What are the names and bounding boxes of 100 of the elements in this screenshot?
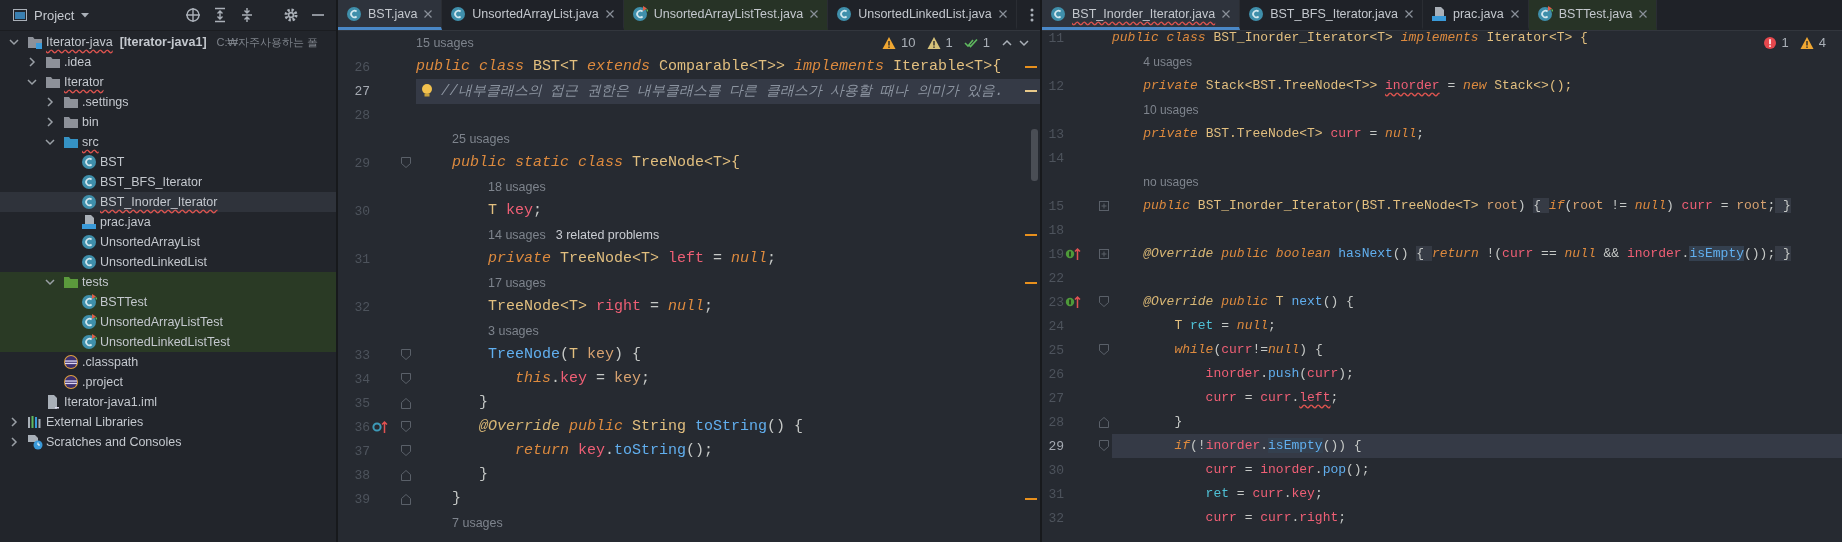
tree-item[interactable]: BSTTest	[0, 292, 336, 312]
tree-item[interactable]: .settings	[0, 92, 336, 112]
problem-count: 4	[1818, 35, 1826, 50]
usages-hint[interactable]: 10 usages	[1112, 102, 1199, 118]
problem-count: 1	[945, 35, 953, 50]
file-name: .idea	[64, 55, 92, 69]
usages-hint[interactable]: 14 usages	[416, 226, 546, 244]
editor-tab[interactable]: BST.java	[338, 0, 443, 30]
scrollbar-thumb[interactable]	[1031, 129, 1038, 181]
close-icon[interactable]	[997, 8, 1008, 19]
editor-tab[interactable]: UnsortedArrayListTest.java	[623, 0, 829, 30]
expand-all-icon[interactable]	[212, 7, 228, 23]
warning-icon[interactable]	[1799, 35, 1814, 50]
tree-item[interactable]: .idea	[0, 52, 336, 72]
usages-hint[interactable]: 4 usages	[1112, 54, 1192, 70]
tree-item[interactable]: UnsortedLinkedList	[0, 252, 336, 272]
file-name: Scratches and Consoles	[46, 435, 182, 449]
editor-tab[interactable]: UnsortedLinkedList.java	[828, 0, 1017, 30]
panel-title[interactable]: Project	[34, 7, 75, 23]
editor-tab[interactable]: BST_Inorder_Iterator.java	[1042, 0, 1241, 30]
window-icon	[12, 7, 28, 23]
usages-hint[interactable]: 18 usages	[416, 178, 546, 196]
folder-icon	[45, 54, 61, 70]
tree-item[interactable]: .project	[0, 372, 336, 392]
class-icon	[81, 154, 97, 170]
tree-item[interactable]: BST	[0, 152, 336, 172]
editor-tab[interactable]: prac.java	[1423, 0, 1529, 30]
caret-down-icon[interactable]	[80, 10, 91, 20]
class-icon	[836, 5, 853, 22]
file-icon	[45, 394, 61, 410]
usages-hint[interactable]: 15 usages	[416, 36, 474, 50]
code-line: this.key = key;	[514, 369, 651, 389]
file-name: UnsortedLinkedListTest	[100, 335, 230, 349]
tree-item[interactable]: bin	[0, 112, 336, 132]
usages-hint[interactable]: no usages	[1112, 174, 1199, 190]
module-name: [Iterator-java1]	[119, 35, 207, 49]
eclipse-file-icon	[63, 354, 79, 370]
tree-item[interactable]: UnsortedArrayList	[0, 232, 336, 252]
close-icon[interactable]	[1404, 8, 1414, 19]
usages-hint[interactable]: 7 usages	[416, 514, 503, 532]
class-icon	[81, 254, 97, 270]
override-icon[interactable]	[372, 419, 388, 435]
implementation-icon[interactable]	[1065, 246, 1081, 262]
code-line: private BST.TreeNode<T> curr = null;	[1142, 125, 1425, 143]
class-icon	[81, 174, 97, 190]
code-line: public static class TreeNode<T>{	[451, 153, 741, 173]
crosshair-icon[interactable]	[185, 7, 201, 23]
file-name: BST	[100, 155, 125, 169]
code-line: @Override public T next() {	[1142, 293, 1354, 311]
folder-icon	[63, 274, 79, 290]
usages-hint[interactable]: 25 usages	[416, 130, 510, 148]
file-name: BST_BFS_Iterator	[100, 175, 203, 189]
close-icon[interactable]	[809, 8, 820, 19]
problems-hint[interactable]: 3 related problems	[555, 228, 660, 242]
tree-item[interactable]: .classpath	[0, 352, 336, 372]
class-icon	[346, 5, 362, 22]
module-folder-icon	[27, 34, 43, 50]
collapse-all-icon[interactable]	[239, 7, 255, 23]
bulb-icon[interactable]	[420, 83, 434, 99]
tree-item[interactable]: UnsortedArrayListTest	[0, 312, 336, 332]
file-name: .project	[82, 375, 123, 389]
tree-item[interactable]: tests	[0, 272, 336, 292]
code-line: T ret = null;	[1173, 317, 1276, 335]
error-icon[interactable]	[1762, 35, 1777, 50]
more-icon[interactable]	[1030, 8, 1034, 22]
code-line: T key;	[487, 201, 543, 221]
close-icon[interactable]	[1221, 8, 1232, 19]
close-icon[interactable]	[1638, 8, 1649, 19]
tree-item[interactable]: Iterator-java1.iml	[0, 392, 336, 412]
close-icon[interactable]	[423, 8, 434, 19]
test-class-icon	[81, 334, 97, 350]
tree-item[interactable]: Iterator-java [Iterator-java1] C:₩자주사용하는 폴	[0, 32, 336, 52]
line-number: 29	[1047, 438, 1064, 454]
tree-item[interactable]: External Libraries	[0, 412, 336, 432]
usages-hint[interactable]: 17 usages	[416, 274, 546, 292]
editor-tab[interactable]: BSTTest.java	[1528, 0, 1658, 30]
implementation-icon[interactable]	[1065, 294, 1081, 310]
code-line: public BST_Inorder_Iterator(BST.TreeNode<T> root) { if(root != null) curr = root; }	[1142, 197, 1791, 215]
close-icon[interactable]	[604, 8, 615, 19]
tree-item[interactable]: Iterator	[0, 72, 336, 92]
editor-tab[interactable]: UnsortedArrayList.java	[442, 0, 624, 30]
tree-item[interactable]: prac.java	[0, 212, 336, 232]
warning-icon[interactable]	[882, 35, 897, 50]
tree-item[interactable]: src	[0, 132, 336, 152]
settings-icon[interactable]	[283, 7, 299, 23]
usages-hint[interactable]: 3 usages	[416, 322, 539, 340]
code-line: ret = curr.key;	[1204, 485, 1323, 503]
tree-item[interactable]: UnsortedLinkedListTest	[0, 332, 336, 352]
close-icon[interactable]	[1509, 8, 1520, 19]
weak-warning-icon[interactable]	[926, 35, 941, 50]
tree-item[interactable]: BST_Inorder_Iterator	[0, 192, 336, 212]
tree-item[interactable]: Scratches and Consoles	[0, 432, 336, 452]
java-file-icon	[81, 214, 97, 230]
tree-item[interactable]: BST_BFS_Iterator	[0, 172, 336, 192]
code-line: }	[1173, 413, 1183, 431]
scratches-icon	[27, 434, 43, 450]
editor-tab[interactable]: BST_BFS_Iterator.java	[1240, 0, 1423, 30]
code-line: curr = inorder.pop();	[1204, 461, 1370, 479]
class-icon	[81, 234, 97, 250]
file-name: tests	[82, 275, 109, 289]
